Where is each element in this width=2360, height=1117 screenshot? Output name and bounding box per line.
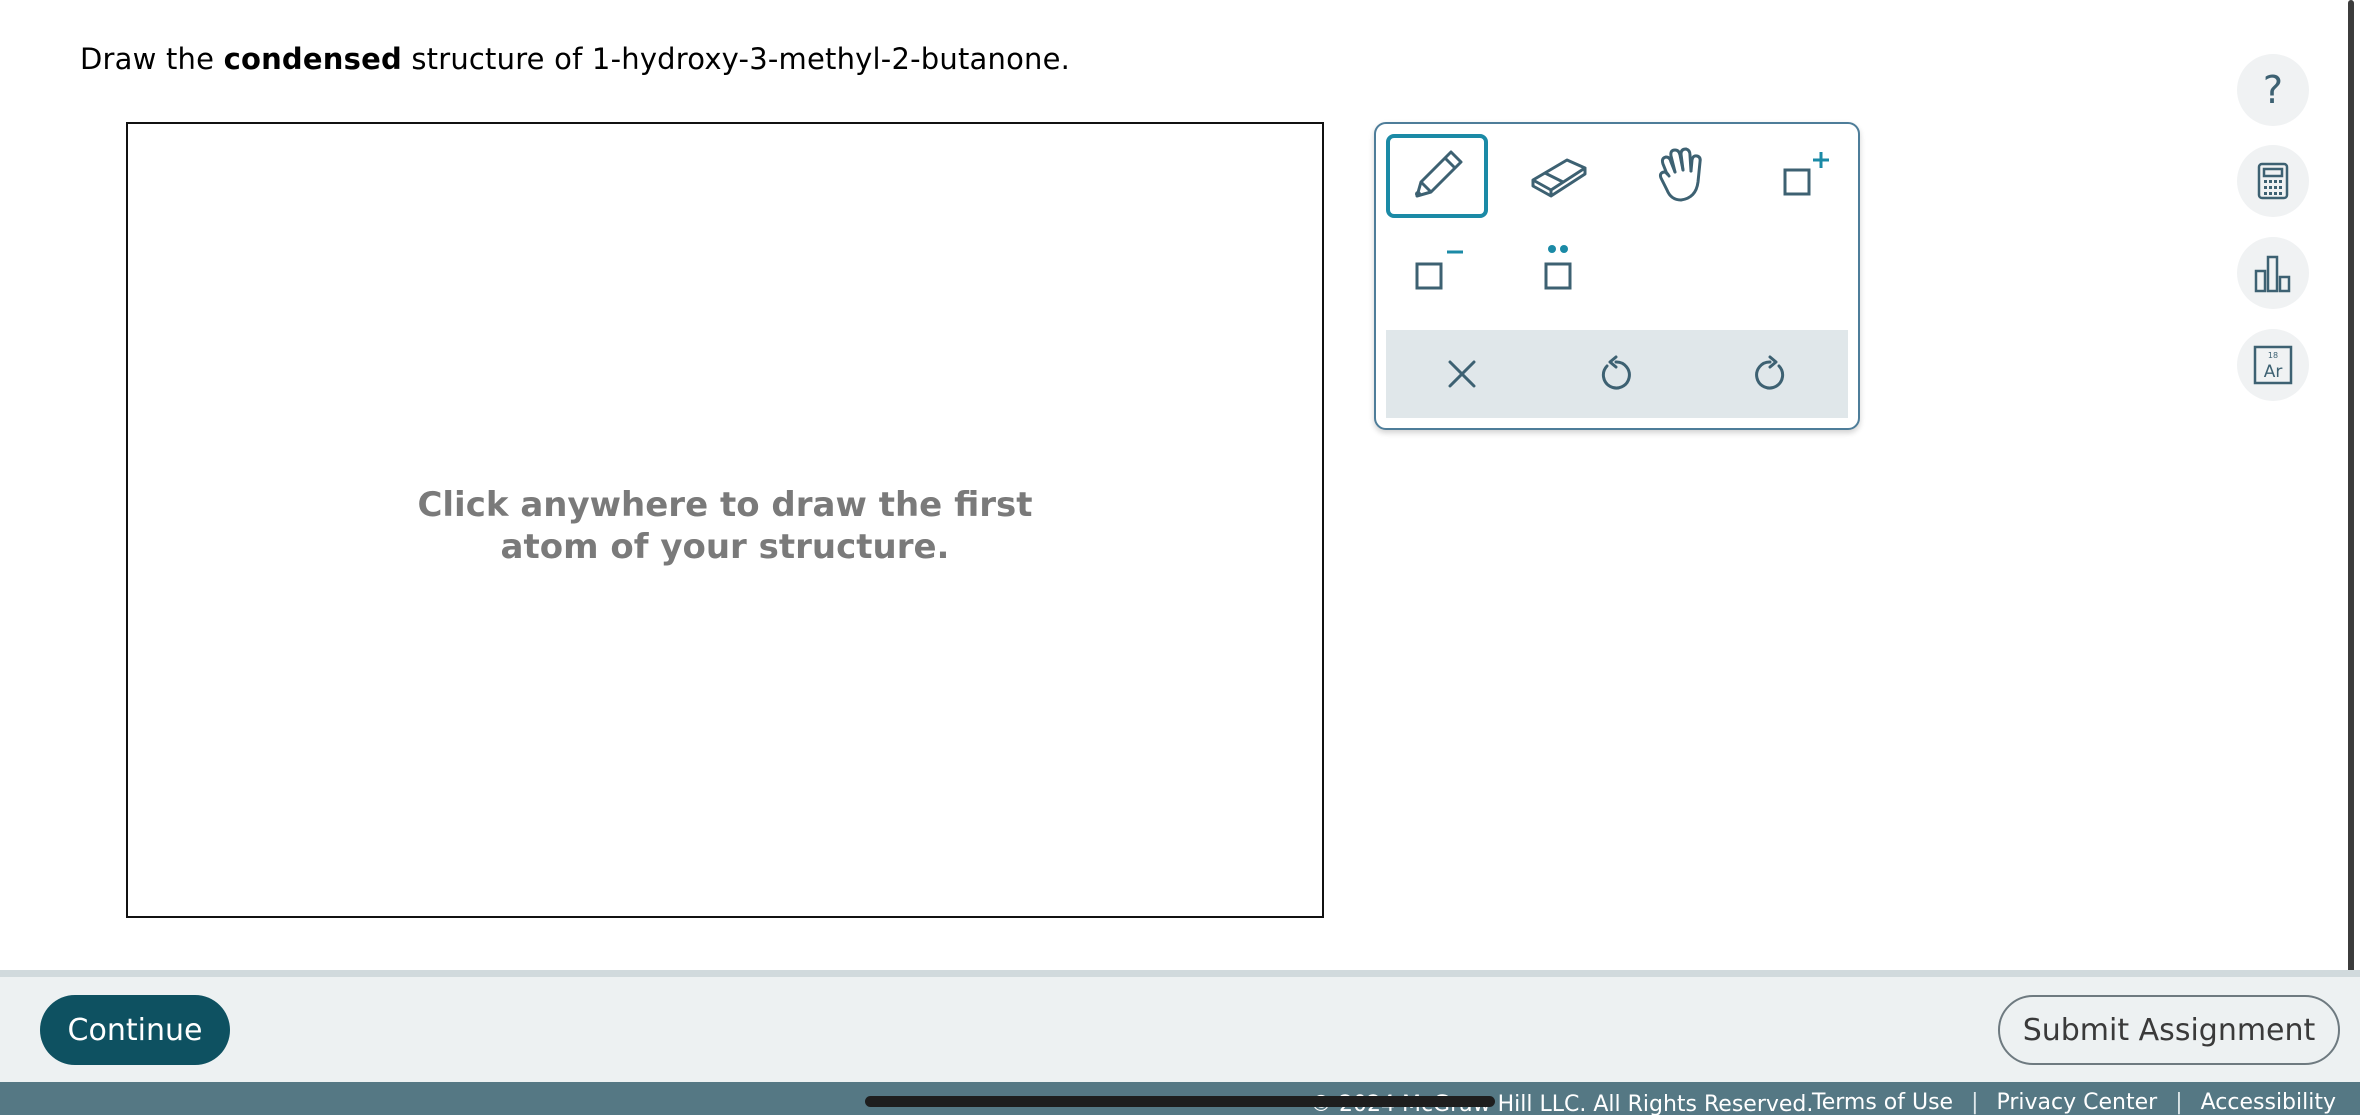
pencil-tool-button[interactable] [1386,134,1488,218]
canvas-hint-line-2: atom of your structure. [500,527,950,567]
undo-icon [1601,355,1631,390]
svg-text:18: 18 [2268,351,2278,360]
hand-icon [1658,147,1702,202]
vertical-scrollbar[interactable] [2348,0,2354,975]
legal-links: Terms of Use | Privacy Center | Accessib… [1812,1090,2336,1115]
question-prefix: Draw the [80,42,224,76]
periodic-table-button[interactable]: 18 Ar [2237,329,2309,401]
toolbox-action-bar [1386,330,1848,418]
increase-charge-icon [1783,152,1829,196]
canvas-hint: Click anywhere to draw the first atom of… [128,484,1322,568]
pencil-icon [1415,150,1463,198]
link-separator: | [2175,1090,2183,1115]
data-chart-icon [2254,255,2291,293]
question-bold-term: condensed [223,42,402,76]
link-separator: | [1971,1090,1979,1115]
lone-pair-icon [1544,245,1572,290]
accessibility-link[interactable]: Accessibility [2201,1090,2336,1115]
drawing-toolbox [1374,122,1860,430]
redo-icon [1755,355,1785,390]
question-text: Draw the condensed structure of 1-hydrox… [80,42,1070,76]
undo-button[interactable] [1566,330,1666,418]
lone-pair-tool-button[interactable] [1508,228,1610,312]
submit-assignment-button[interactable]: Submit Assignment [1998,995,2340,1065]
redo-button[interactable] [1720,330,1820,418]
continue-button[interactable]: Continue [40,995,230,1065]
home-indicator[interactable] [865,1096,1495,1107]
eraser-tool-button[interactable] [1508,134,1610,218]
clear-button[interactable] [1412,330,1512,418]
privacy-center-link[interactable]: Privacy Center [1997,1090,2158,1115]
calculator-icon [2257,162,2289,200]
calculator-button[interactable] [2237,145,2309,217]
canvas-hint-line-1: Click anywhere to draw the first [417,485,1033,525]
eraser-icon [1531,158,1587,198]
decrease-charge-icon [1415,250,1463,290]
hand-tool-button[interactable] [1630,134,1732,218]
decrease-charge-tool-button[interactable] [1386,228,1488,312]
help-button[interactable]: ? [2237,54,2309,126]
help-icon: ? [2262,68,2284,112]
drawing-canvas[interactable]: Click anywhere to draw the first atom of… [126,122,1324,918]
svg-text:Ar: Ar [2264,362,2283,382]
data-chart-button[interactable] [2237,237,2309,309]
increase-charge-tool-button[interactable] [1752,134,1854,218]
terms-of-use-link[interactable]: Terms of Use [1812,1090,1953,1115]
question-suffix: structure of 1-hydroxy-3-methyl-2-butano… [401,42,1071,76]
periodic-table-icon: 18 Ar [2253,345,2293,385]
clear-icon [1448,360,1476,388]
